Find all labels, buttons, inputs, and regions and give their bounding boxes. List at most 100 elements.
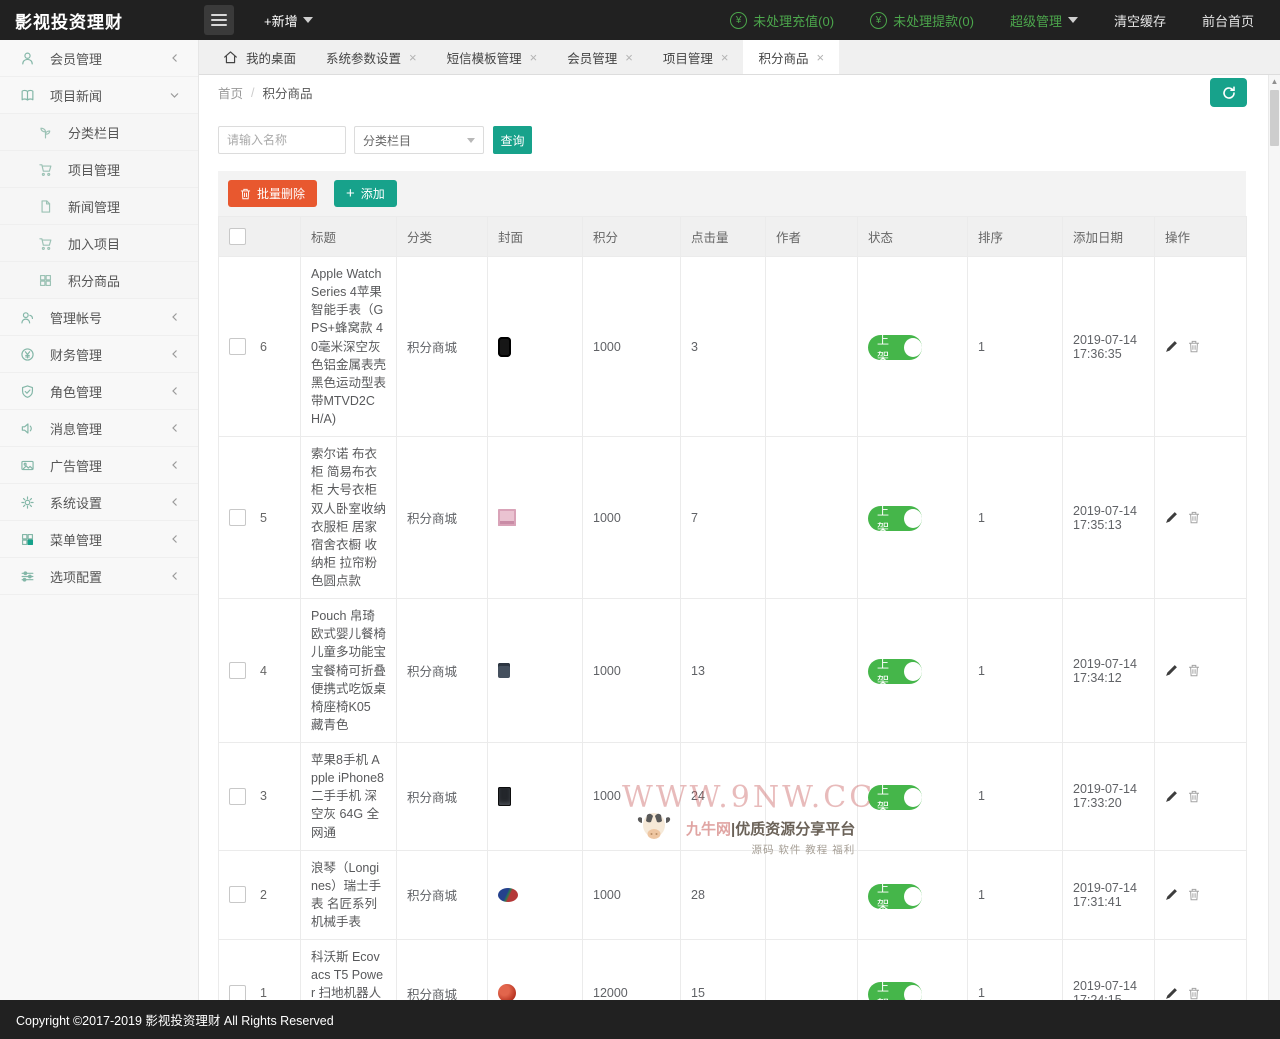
- edit-icon[interactable]: [1165, 664, 1178, 677]
- delete-icon[interactable]: [1188, 987, 1200, 1000]
- row-clicks: 24: [681, 743, 766, 851]
- delete-icon[interactable]: [1188, 340, 1200, 353]
- sidebar-item-options[interactable]: 选项配置: [0, 558, 198, 595]
- sidebar-item-admin-account[interactable]: 管理帐号: [0, 299, 198, 336]
- tab-project[interactable]: 项目管理×: [648, 40, 744, 74]
- name-search-input[interactable]: [218, 126, 346, 154]
- row-points: 1000: [583, 850, 681, 940]
- row-checkbox[interactable]: [229, 985, 246, 1000]
- clear-cache-link[interactable]: 清空缓存: [1114, 11, 1166, 30]
- sidebar-item-join-project[interactable]: 加入项目: [0, 225, 198, 262]
- sidebar-item-role[interactable]: 角色管理: [0, 373, 198, 410]
- breadcrumb-home[interactable]: 首页: [218, 83, 243, 102]
- row-checkbox[interactable]: [229, 886, 246, 903]
- edit-icon[interactable]: [1165, 888, 1178, 901]
- delete-icon[interactable]: [1188, 790, 1200, 803]
- batch-delete-button[interactable]: 批量删除: [228, 180, 317, 207]
- scrollbar-up-arrow-icon[interactable]: ▲: [1269, 75, 1280, 88]
- edit-icon[interactable]: [1165, 340, 1178, 353]
- chevron-left-icon: [170, 312, 180, 322]
- sidebar-item-ad[interactable]: 广告管理: [0, 447, 198, 484]
- sidebar-item-finance[interactable]: 财务管理: [0, 336, 198, 373]
- chevron-left-icon: [170, 460, 180, 470]
- sidebar-item-message[interactable]: 消息管理: [0, 410, 198, 447]
- sidebar-item-label: 管理帐号: [50, 308, 170, 327]
- tab-sms-template[interactable]: 短信模板管理×: [432, 40, 553, 74]
- status-toggle[interactable]: 上架: [868, 884, 922, 909]
- add-button[interactable]: + 添加: [334, 180, 397, 207]
- admin-user-menu[interactable]: 超级管理: [1010, 11, 1078, 30]
- select-all-checkbox[interactable]: [229, 228, 246, 245]
- hamburger-menu-icon[interactable]: [204, 5, 234, 35]
- refresh-button[interactable]: [1210, 78, 1247, 107]
- vertical-scrollbar[interactable]: ▲: [1268, 75, 1280, 1000]
- edit-icon[interactable]: [1165, 987, 1178, 1000]
- new-dropdown-button[interactable]: +新增: [264, 11, 313, 30]
- delete-icon[interactable]: [1188, 888, 1200, 901]
- column-header: 排序: [968, 217, 1063, 257]
- status-toggle[interactable]: 上架: [868, 785, 922, 810]
- row-checkbox[interactable]: [229, 338, 246, 355]
- users-icon: [20, 309, 36, 325]
- status-label: 上架: [877, 331, 900, 365]
- row-clicks: 28: [681, 850, 766, 940]
- sidebar-item-project-news[interactable]: 项目新闻: [0, 77, 198, 114]
- close-icon[interactable]: ×: [530, 51, 538, 64]
- delete-icon[interactable]: [1188, 664, 1200, 677]
- row-author: [766, 940, 858, 1000]
- row-author: [766, 743, 858, 851]
- tab-member[interactable]: 会员管理×: [552, 40, 648, 74]
- sidebar-item-news-manage[interactable]: 新闻管理: [0, 188, 198, 225]
- unprocessed-recharge-link[interactable]: ¥ 未处理充值(0): [730, 11, 834, 30]
- column-header: 标题: [301, 217, 397, 257]
- column-header: 状态: [858, 217, 968, 257]
- sidebar-item-label: 消息管理: [50, 419, 170, 438]
- status-toggle[interactable]: 上架: [868, 335, 922, 360]
- app-title: 影视投资理财: [0, 8, 199, 33]
- front-home-link[interactable]: 前台首页: [1202, 11, 1254, 30]
- close-icon[interactable]: ×: [625, 51, 633, 64]
- sidebar-item-member[interactable]: 会员管理: [0, 40, 198, 77]
- table-row: 4Pouch 帛琦 欧式婴儿餐椅 儿童多功能宝宝餐椅可折叠 便携式吃饭桌椅座椅K…: [219, 599, 1247, 743]
- row-category: 积分商城: [397, 743, 488, 851]
- cover-image: [498, 787, 511, 806]
- row-date: 2019-07-14 17:33:20: [1063, 743, 1155, 851]
- tab-desktop[interactable]: 我的桌面: [208, 40, 311, 74]
- category-select[interactable]: 分类栏目: [354, 126, 484, 154]
- row-checkbox[interactable]: [229, 662, 246, 679]
- edit-icon[interactable]: [1165, 511, 1178, 524]
- status-toggle[interactable]: 上架: [868, 982, 922, 1000]
- toggle-knob: [904, 985, 922, 1000]
- status-toggle[interactable]: 上架: [868, 506, 922, 531]
- toggle-knob: [904, 338, 922, 357]
- sidebar-item-system[interactable]: 系统设置: [0, 484, 198, 521]
- sidebar-item-category-column[interactable]: 分类栏目: [0, 114, 198, 151]
- yen-icon: [20, 346, 36, 362]
- sidebar-item-menu[interactable]: 菜单管理: [0, 521, 198, 558]
- tab-sys-params[interactable]: 系统参数设置×: [311, 40, 432, 74]
- tab-points-goods[interactable]: 积分商品×: [743, 40, 839, 74]
- status-toggle[interactable]: 上架: [868, 659, 922, 684]
- row-checkbox[interactable]: [229, 509, 246, 526]
- row-date: 2019-07-14 17:31:41: [1063, 850, 1155, 940]
- sidebar-item-points-goods[interactable]: 积分商品: [0, 262, 198, 299]
- row-sort: 1: [968, 257, 1063, 437]
- row-checkbox[interactable]: [229, 788, 246, 805]
- close-icon[interactable]: ×: [816, 51, 824, 64]
- sidebar-submenu: 分类栏目项目管理新闻管理加入项目积分商品: [0, 114, 198, 299]
- gear-icon: [20, 494, 36, 510]
- unprocessed-withdraw-link[interactable]: ¥ 未处理提款(0): [870, 11, 974, 30]
- sidebar-item-project-manage[interactable]: 项目管理: [0, 151, 198, 188]
- edit-icon[interactable]: [1165, 790, 1178, 803]
- search-button[interactable]: 查询: [493, 126, 532, 154]
- toolbar: 批量删除 + 添加: [218, 171, 1246, 216]
- close-icon[interactable]: ×: [721, 51, 729, 64]
- delete-icon[interactable]: [1188, 511, 1200, 524]
- cover-image: [498, 509, 516, 526]
- content-panel: 分类栏目 查询 批量删除 + 添加: [199, 110, 1280, 1000]
- scrollbar-thumb[interactable]: [1270, 90, 1279, 146]
- close-icon[interactable]: ×: [409, 51, 417, 64]
- breadcrumb-current: 积分商品: [263, 83, 313, 102]
- copyright-text: Copyright ©2017-2019 影视投资理财 All Rights R…: [16, 1010, 334, 1029]
- sliders-icon: [20, 568, 36, 584]
